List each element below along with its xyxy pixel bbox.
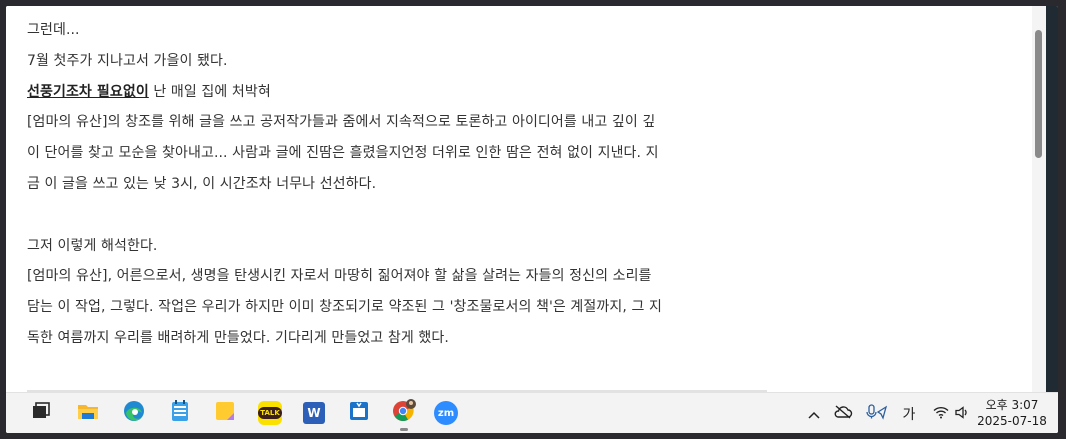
kakaotalk-button[interactable]: TALK	[255, 398, 285, 428]
chrome-icon	[391, 398, 417, 428]
emphasis-link[interactable]: 선풍기조차 필요없이	[27, 84, 149, 100]
cloud-offline-icon	[833, 404, 853, 424]
clock-date: 2025-07-18	[977, 414, 1047, 428]
wifi-icon	[933, 404, 949, 423]
show-hidden-icons-button[interactable]	[802, 393, 826, 433]
file-explorer-icon	[76, 399, 100, 427]
sticky-notes-icon	[213, 399, 237, 427]
doc-line: 7월 첫주가 지나고서 가을이 됐다.	[27, 52, 228, 69]
kakaotalk-label: TALK	[258, 407, 282, 419]
ime-mode-button[interactable]: 가	[898, 393, 920, 433]
zoom-button[interactable]: zm	[431, 398, 461, 428]
taskbar: TALK W zm 가 오후 3:07 2025-07-18	[6, 392, 1058, 433]
doc-line: [엄마의 유산]의 창조를 위해 글을 쓰고 공저작가들과 줌에서 지속적으로 …	[27, 114, 656, 131]
emphasis-rest: 난 매일 집에 처박혀	[148, 83, 271, 100]
zoom-icon: zm	[434, 401, 458, 425]
zoom-label: zm	[437, 407, 455, 419]
document-view[interactable]: 그런데... 7월 첫주가 지나고서 가을이 됐다. 선풍기조차 필요없이 난 …	[6, 6, 1034, 392]
word-icon: W	[303, 402, 325, 424]
edge-browser-button[interactable]	[119, 398, 149, 428]
vertical-scrollbar[interactable]	[1032, 6, 1046, 392]
kakaotalk-icon: TALK	[258, 401, 282, 425]
window-edge	[1046, 6, 1058, 392]
volume-icon	[955, 404, 969, 423]
task-view-icon	[30, 400, 52, 426]
network-volume-button[interactable]	[928, 393, 974, 433]
doc-line: 금 이 글을 쓰고 있는 낮 3시, 이 시간조차 너무나 선선하다.	[27, 175, 377, 192]
screen-frame: 그런데... 7월 첫주가 지나고서 가을이 됐다. 선풍기조차 필요없이 난 …	[6, 6, 1058, 433]
calendar-app-button[interactable]	[344, 398, 374, 428]
notepad-button[interactable]	[165, 398, 195, 428]
notepad-icon	[169, 399, 191, 427]
onedrive-tray-button[interactable]	[830, 393, 856, 433]
doc-blank-line	[27, 200, 767, 231]
doc-line: 독한 여름까지 우리를 배려하게 만들었다. 기다리게 만들었고 참게 했다.	[27, 329, 449, 346]
scrollbar-thumb[interactable]	[1035, 30, 1042, 158]
doc-line: 그런데...	[27, 22, 80, 38]
doc-line: 그저 이렇게 해석한다.	[27, 237, 158, 254]
calendar-app-icon	[347, 399, 371, 427]
ime-mode-label: 가	[902, 406, 916, 423]
voice-input-button[interactable]	[864, 393, 890, 433]
word-button[interactable]: W	[299, 398, 329, 428]
doc-line-emphasis: 선풍기조차 필요없이 난 매일 집에 처박혀	[27, 77, 767, 108]
clock-time: 오후 3:07	[985, 398, 1039, 412]
sticky-notes-button[interactable]	[210, 398, 240, 428]
taskbar-clock[interactable]: 오후 3:07 2025-07-18	[972, 397, 1052, 429]
edge-browser-icon	[122, 399, 146, 427]
chrome-button[interactable]	[389, 398, 419, 431]
document-body: 그런데... 7월 첫주가 지나고서 가을이 됐다. 선풍기조차 필요없이 난 …	[27, 15, 767, 354]
doc-line: 담는 이 작업, 그렇다. 작업은 우리가 하지만 이미 창조되기로 약조된 그…	[27, 299, 662, 316]
microphone-location-icon	[866, 403, 888, 424]
task-view-button[interactable]	[26, 398, 56, 428]
chevron-up-icon	[808, 404, 820, 423]
doc-line: 이 단어를 찾고 모순을 찾아내고... 사람과 글에 진땀은 흘렸을지언정 더…	[27, 145, 659, 162]
file-explorer-button[interactable]	[73, 398, 103, 428]
doc-line: [엄마의 유산], 어른으로서, 생명을 탄생시킨 자로서 마땅히 짊어져야 할…	[27, 268, 652, 285]
word-label: W	[307, 406, 321, 420]
